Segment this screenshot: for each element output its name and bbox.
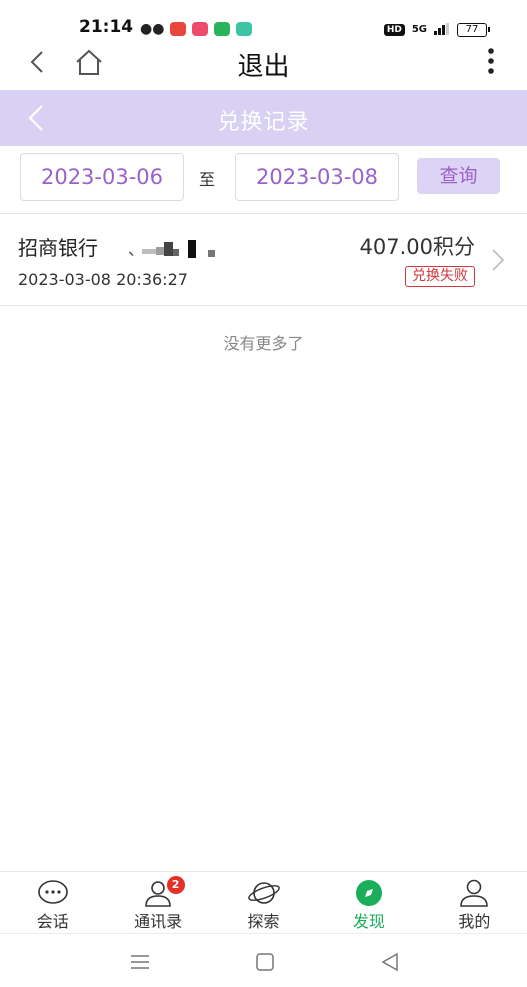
- system-navigation-bar: [0, 933, 527, 987]
- tab-label: 发现: [352, 912, 385, 931]
- tab-explore[interactable]: 探索: [211, 872, 316, 933]
- date-filter: 2023-03-06 至 2023-03-08 查询: [0, 146, 527, 214]
- app-notification-icon: [214, 22, 231, 36]
- status-bar: 21:14 ●● HD 5G 77: [0, 0, 527, 40]
- status-indicators: HD 5G 77: [383, 20, 490, 39]
- tab-label: 会话: [36, 912, 69, 931]
- record-bank-name: 招商银行: [18, 236, 98, 260]
- masked-account-number: [142, 238, 220, 260]
- date-separator: 至: [199, 170, 216, 189]
- chat-bubble-icon: [36, 878, 70, 908]
- wechat-icon: ●●: [140, 21, 165, 37]
- back-triangle-icon[interactable]: [378, 950, 402, 974]
- page-header: 兑换记录: [0, 90, 527, 146]
- signal-bars-icon: [434, 20, 450, 39]
- person-icon: [457, 878, 491, 908]
- tab-mine[interactable]: 我的: [422, 872, 527, 933]
- record-timestamp: 2023-03-08 20:36:27: [18, 270, 188, 289]
- planet-icon: [247, 878, 281, 908]
- app-notification-icon: [192, 22, 209, 36]
- notification-badge: 2: [166, 876, 185, 894]
- tab-label: 通讯录: [134, 912, 183, 931]
- query-button[interactable]: 查询: [417, 158, 500, 194]
- battery-indicator: 77: [457, 22, 490, 37]
- app-notification-icon: [236, 22, 253, 36]
- bottom-tab-bar: 会话 2 通讯录 探索 发现 我的: [0, 871, 527, 933]
- app-notification-icon: [170, 22, 187, 36]
- tab-label: 探索: [247, 912, 280, 931]
- record-points: 407.00积分: [359, 235, 475, 259]
- record-item[interactable]: 招商银行 、 2023-03-08 20:36:27 407.00积分 兑换失败: [0, 214, 527, 306]
- home-square-icon[interactable]: [253, 950, 277, 974]
- hd-icon: HD: [383, 23, 405, 36]
- status-time: 21:14: [79, 17, 134, 37]
- no-more-text: 没有更多了: [223, 334, 304, 353]
- end-date-field[interactable]: 2023-03-08: [235, 153, 399, 201]
- start-date-field[interactable]: 2023-03-06: [20, 153, 184, 201]
- compass-icon: [352, 878, 386, 908]
- top-navigation: 退出: [0, 40, 527, 90]
- chevron-right-icon: [491, 246, 505, 274]
- tab-label: 我的: [458, 912, 491, 931]
- more-options-icon[interactable]: [485, 46, 497, 76]
- tab-discover[interactable]: 发现: [316, 872, 421, 933]
- network-signal: 5G: [411, 24, 427, 35]
- status-app-icons: ●●: [140, 21, 253, 37]
- status-badge: 兑换失败: [405, 266, 475, 287]
- tab-contacts[interactable]: 2 通讯录: [105, 872, 210, 933]
- menu-icon[interactable]: [128, 950, 152, 974]
- exit-title[interactable]: 退出: [0, 46, 527, 83]
- tab-chat[interactable]: 会话: [0, 872, 105, 933]
- page-title: 兑换记录: [217, 110, 310, 135]
